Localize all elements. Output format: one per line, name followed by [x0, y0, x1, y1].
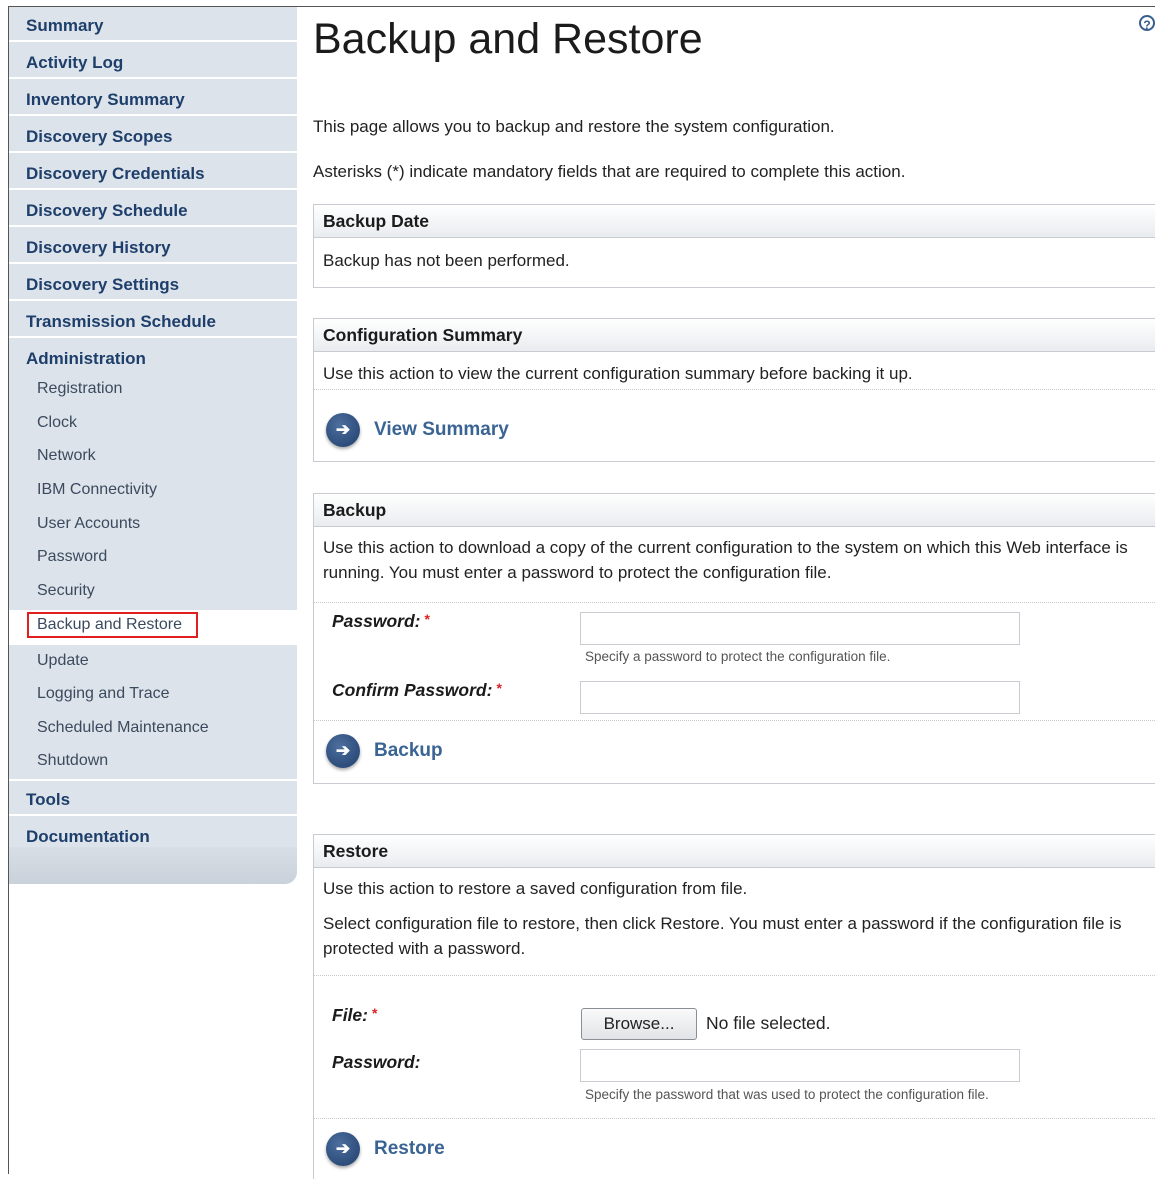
sidebar-item-inventory-summary[interactable]: Inventory Summary — [9, 81, 297, 116]
divider — [314, 602, 1155, 603]
sidebar-item-label: Transmission Schedule — [26, 312, 216, 331]
sidebar-item-label: Summary — [26, 16, 104, 35]
configuration-summary-section: Configuration Summary Use this action to… — [313, 318, 1155, 462]
backup-password-input[interactable] — [580, 612, 1020, 645]
sidebar-item-discovery-history[interactable]: Discovery History — [9, 229, 297, 264]
section-description: Use this action to view the current conf… — [323, 364, 913, 383]
help-icon[interactable]: ? — [1139, 15, 1155, 32]
label-text: Confirm Password: — [332, 680, 493, 700]
sidebar-subitem-label: Update — [37, 652, 89, 669]
sidebar-subitem-label: User Accounts — [37, 515, 141, 532]
sidebar-item-label: Discovery Schedule — [26, 201, 188, 220]
main-content: ? Backup and Restore This page allows yo… — [313, 7, 1155, 1179]
sidebar-item-label: Discovery Settings — [26, 275, 180, 294]
sidebar-subitem-network[interactable]: Network — [9, 440, 297, 473]
sidebar-subitem-password[interactable]: Password — [9, 541, 297, 574]
section-heading: Configuration Summary — [314, 319, 1155, 352]
sidebar-subitem-label: Shutdown — [37, 752, 109, 769]
sidebar-item-label: Discovery Credentials — [26, 164, 205, 183]
sidebar-item-label: Activity Log — [26, 53, 124, 72]
restore-link[interactable]: Restore — [374, 1138, 445, 1160]
sidebar-item-summary[interactable]: Summary — [9, 7, 297, 42]
sidebar-subitem-label: Scheduled Maintenance — [37, 719, 209, 736]
password-label: Password: * — [332, 611, 430, 632]
sidebar-item-tools[interactable]: Tools — [9, 781, 297, 816]
sidebar-subitem-clock[interactable]: Clock — [9, 407, 297, 440]
section-heading: Backup — [314, 494, 1155, 527]
sidebar-item-transmission-schedule[interactable]: Transmission Schedule — [9, 303, 297, 338]
sidebar-item-label: Inventory Summary — [26, 90, 185, 109]
sidebar-subitem-label: Clock — [37, 414, 78, 431]
confirm-password-input[interactable] — [580, 681, 1020, 714]
sidebar-item-label: Documentation — [26, 827, 150, 846]
sidebar-item-discovery-scopes[interactable]: Discovery Scopes — [9, 118, 297, 153]
required-marker: * — [496, 680, 502, 696]
sidebar-item-discovery-credentials[interactable]: Discovery Credentials — [9, 155, 297, 190]
restore-password-label: Password: — [332, 1052, 421, 1072]
arrow-right-icon: ➔ — [326, 413, 360, 447]
restore-password-hint: Specify the password that was used to pr… — [585, 1087, 989, 1102]
file-status: No file selected. — [706, 1013, 831, 1033]
sidebar-subitem-label: Logging and Trace — [37, 685, 170, 702]
restore-password-input[interactable] — [580, 1049, 1020, 1082]
sidebar-subitem-security[interactable]: Security — [9, 575, 297, 608]
sidebar-item-label: Discovery Scopes — [26, 127, 173, 146]
required-marker: * — [424, 611, 430, 627]
section-description: Use this action to download a copy of th… — [323, 538, 1128, 582]
sidebar-subitem-label: Security — [37, 582, 95, 599]
divider — [314, 720, 1155, 721]
page-intro: This page allows you to backup and resto… — [313, 117, 835, 136]
divider — [314, 389, 1155, 390]
backup-section: Backup Use this action to download a cop… — [313, 493, 1155, 784]
sidebar-item-label: Administration — [26, 349, 146, 368]
sidebar-item-discovery-settings[interactable]: Discovery Settings — [9, 266, 297, 301]
sidebar-item-activity-log[interactable]: Activity Log — [9, 44, 297, 79]
sidebar-item-documentation[interactable]: Documentation — [9, 818, 297, 853]
browse-button[interactable]: Browse... — [581, 1008, 697, 1040]
section-heading: Restore — [314, 835, 1155, 868]
sidebar-subitem-ibm-connectivity[interactable]: IBM Connectivity — [9, 474, 297, 507]
sidebar-item-label: Discovery History — [26, 238, 171, 257]
sidebar-subitem-label: Network — [37, 447, 96, 464]
sidebar-item-discovery-schedule[interactable]: Discovery Schedule — [9, 192, 297, 227]
divider — [314, 1118, 1155, 1119]
restore-action[interactable]: ➔ Restore — [326, 1132, 445, 1166]
label-text: File: — [332, 1005, 368, 1025]
sidebar-subitem-backup-and-restore[interactable]: Backup and Restore — [9, 610, 297, 645]
confirm-password-label: Confirm Password: * — [332, 680, 502, 701]
arrow-right-icon: ➔ — [326, 1132, 360, 1166]
backup-action[interactable]: ➔ Backup — [326, 734, 443, 768]
file-label: File: * — [332, 1005, 377, 1026]
sidebar-subitem-label: Password — [37, 548, 108, 565]
page-title: Backup and Restore — [313, 15, 703, 63]
view-summary-link[interactable]: View Summary — [374, 419, 509, 441]
label-text: Password: — [332, 611, 421, 631]
sidebar-item-label: Tools — [26, 790, 71, 809]
sidebar-subitem-label: Registration — [37, 380, 123, 397]
restore-instructions: Select configuration file to restore, th… — [323, 914, 1122, 958]
restore-description: Use this action to restore a saved confi… — [323, 879, 748, 898]
view-summary-action[interactable]: ➔ View Summary — [326, 413, 509, 447]
sidebar-subitem-user-accounts[interactable]: User Accounts — [9, 508, 297, 541]
sidebar-nav: Summary Activity Log Inventory Summary D… — [9, 7, 297, 884]
sidebar-subitem-scheduled-maintenance[interactable]: Scheduled Maintenance — [9, 712, 297, 745]
backup-link[interactable]: Backup — [374, 740, 443, 762]
sidebar-subitem-update[interactable]: Update — [9, 645, 297, 678]
mandatory-note: Asterisks (*) indicate mandatory fields … — [313, 162, 906, 181]
sidebar-subitem-shutdown[interactable]: Shutdown — [9, 745, 297, 781]
sidebar-subitem-registration[interactable]: Registration — [9, 373, 297, 406]
backup-date-section: Backup Date Backup has not been performe… — [313, 204, 1155, 288]
password-hint: Specify a password to protect the config… — [585, 649, 891, 664]
sidebar-subitem-logging-and-trace[interactable]: Logging and Trace — [9, 678, 297, 711]
required-marker: * — [371, 1005, 378, 1021]
divider — [314, 975, 1155, 976]
sidebar-subitem-label: Backup and Restore — [27, 612, 198, 638]
backup-status-text: Backup has not been performed. — [323, 251, 570, 270]
sidebar-subitem-label: IBM Connectivity — [37, 481, 158, 498]
arrow-right-icon: ➔ — [326, 734, 360, 768]
restore-section: Restore Use this action to restore a sav… — [313, 834, 1155, 1179]
section-heading: Backup Date — [314, 205, 1155, 238]
sidebar-item-administration[interactable]: Administration — [9, 340, 297, 375]
